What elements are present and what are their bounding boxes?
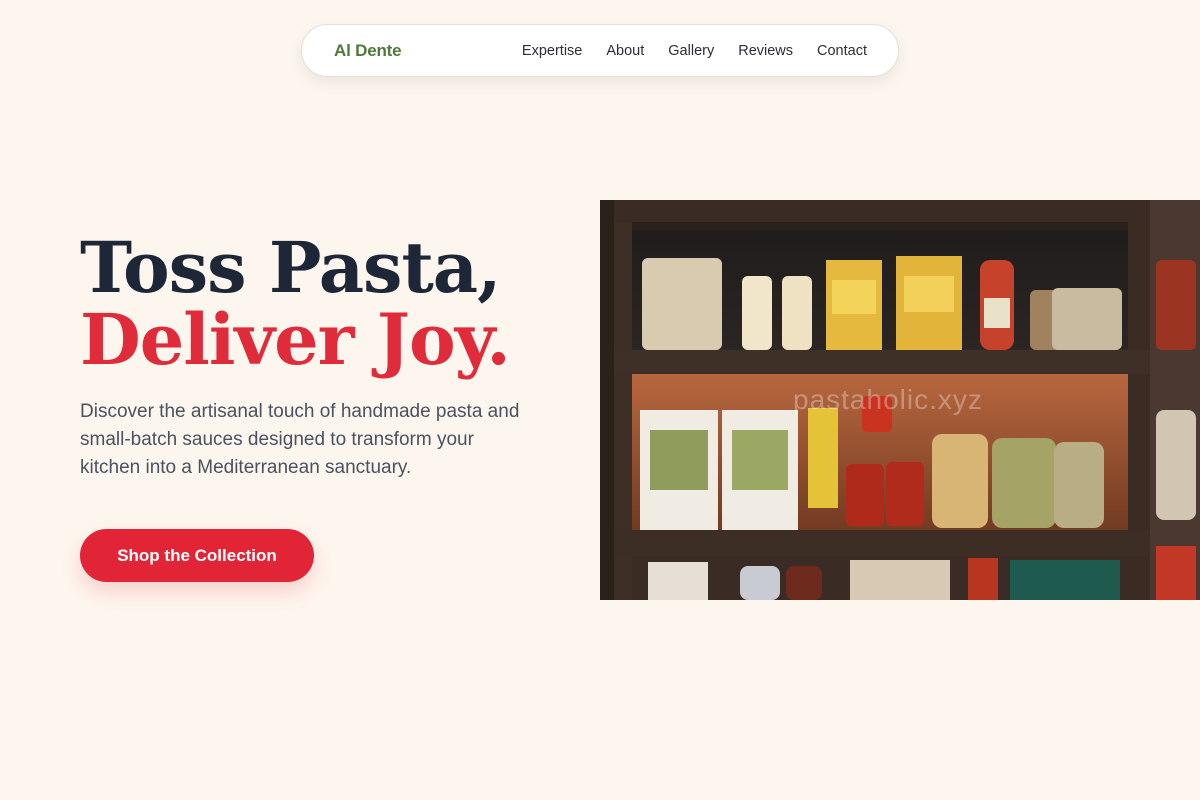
- image-watermark: pastaholic.xyz: [793, 384, 983, 415]
- nav-link-gallery[interactable]: Gallery: [668, 43, 714, 59]
- shop-collection-button[interactable]: Shop the Collection: [80, 529, 314, 582]
- nav-link-expertise[interactable]: Expertise: [522, 43, 582, 59]
- nav-links: Expertise About Gallery Reviews Contact: [522, 43, 867, 59]
- top-nav: Al Dente Expertise About Gallery Reviews…: [301, 24, 899, 77]
- hero-description: Discover the artisanal touch of handmade…: [80, 401, 520, 478]
- hero-title-line2: Deliver Joy.: [80, 298, 511, 381]
- brand-logo[interactable]: Al Dente: [334, 41, 402, 61]
- nav-link-about[interactable]: About: [606, 43, 644, 59]
- hero-image: pastaholic.xyz: [600, 200, 1200, 600]
- hero-title: Toss Pasta, Deliver Joy.: [80, 226, 511, 381]
- nav-link-reviews[interactable]: Reviews: [738, 43, 793, 59]
- nav-link-contact[interactable]: Contact: [817, 43, 867, 59]
- hero-title-line1: Toss Pasta,: [80, 226, 502, 309]
